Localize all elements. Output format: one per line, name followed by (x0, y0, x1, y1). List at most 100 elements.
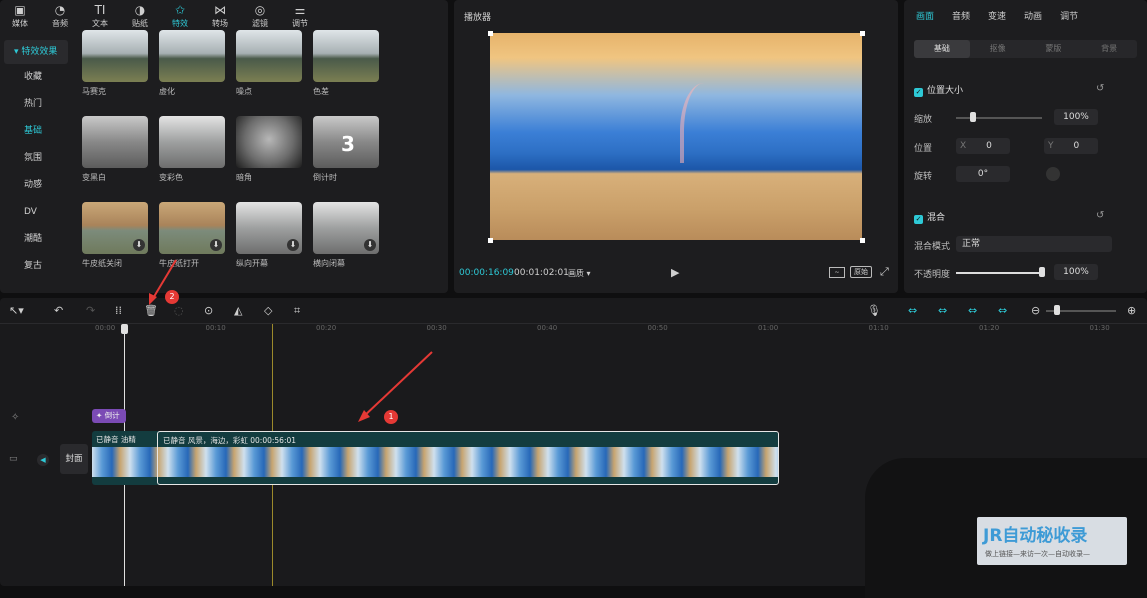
check-icon[interactable]: ✓ (914, 215, 923, 224)
opacity-label: 不透明度 (914, 270, 951, 280)
effect-card[interactable]: ⬇ 牛皮纸打开 (159, 202, 225, 269)
position-size-section[interactable]: ✓ 位置大小 (914, 83, 963, 97)
sidebar-item[interactable]: 氛围 (0, 145, 72, 172)
properties-tab[interactable]: 调节 (1060, 9, 1078, 22)
opacity-field[interactable]: 100% (1054, 264, 1098, 280)
check-icon[interactable]: ✓ (914, 88, 923, 97)
fullscreen-icon[interactable]: ⤢ (880, 265, 889, 279)
blend-mode-select[interactable]: 正常 (956, 236, 1112, 252)
tab-media[interactable]: ▣ 媒体 (0, 0, 40, 32)
tab-sticker[interactable]: ◑ 贴纸 (120, 0, 160, 32)
time-ruler[interactable]: 00:00 00:10 00:20 00:30 00:40 00:50 01:00 01:10… (0, 324, 1147, 338)
redo-icon[interactable]: ↷ (86, 304, 95, 317)
scale-knob[interactable] (970, 112, 976, 122)
properties-subtab[interactable]: 背景 (1081, 40, 1137, 58)
download-icon[interactable]: ⬇ (210, 239, 222, 251)
sidebar-item[interactable]: 基础 (0, 118, 72, 145)
tab-transition[interactable]: ⋈ 转场 (200, 0, 240, 32)
rotate-icon[interactable]: ◇ (264, 304, 272, 317)
x-field[interactable]: X0 (956, 138, 1010, 154)
sidebar-item[interactable]: 动感 (0, 172, 72, 199)
scale-slider[interactable] (956, 117, 1042, 119)
resize-handle[interactable] (860, 238, 865, 243)
download-icon[interactable]: ⬇ (287, 239, 299, 251)
zoom-knob[interactable] (1054, 305, 1060, 315)
download-icon[interactable]: ⬇ (133, 239, 145, 251)
effect-card[interactable]: 色差 (313, 30, 379, 97)
scale-field[interactable]: 100% (1054, 109, 1098, 125)
effect-card[interactable]: 暗角 (236, 116, 302, 183)
resize-handle[interactable] (860, 31, 865, 36)
cover-button[interactable]: 封面 (60, 444, 88, 474)
effect-card[interactable]: 马赛克 (82, 30, 148, 97)
sidebar-item[interactable]: 热门 (0, 91, 72, 118)
effect-card[interactable]: 噪点 (236, 30, 302, 97)
properties-tab[interactable]: 画面 (916, 9, 934, 22)
ruler-tick: 00:20 (316, 324, 337, 332)
zoom-out-icon[interactable]: ⊖ (1031, 304, 1040, 317)
effect-clip[interactable]: ✦ 倒计 (92, 409, 126, 423)
tab-effects[interactable]: ✩ 特效 (160, 0, 200, 32)
freeze-icon[interactable]: ◌ (174, 304, 184, 317)
mirror-icon[interactable]: ◭ (234, 304, 242, 317)
opacity-knob[interactable] (1039, 267, 1045, 277)
zoom-in-icon[interactable]: ⊕ (1127, 304, 1136, 317)
resize-handle[interactable] (488, 31, 493, 36)
effect-thumbnail: ⬇ (159, 202, 225, 254)
waveform-icon[interactable]: ~ (829, 267, 845, 278)
effect-thumbnail (82, 30, 148, 82)
sidebar-item[interactable]: DV (0, 199, 72, 226)
properties-tab[interactable]: 动画 (1024, 9, 1042, 22)
split-icon[interactable]: ⁞⁞ (115, 304, 122, 317)
properties-subtab[interactable]: 抠像 (970, 40, 1026, 58)
tab-label: 调节 (292, 18, 308, 28)
effect-card[interactable]: 虚化 (159, 30, 225, 97)
rotate-dial[interactable] (1046, 167, 1060, 181)
sidebar-item[interactable]: 收藏 (0, 64, 72, 91)
ratio-button[interactable]: 原始 (850, 266, 872, 278)
resize-handle[interactable] (488, 238, 493, 243)
properties-tab[interactable]: 变速 (988, 9, 1006, 22)
reverse-icon[interactable]: ⊙ (204, 304, 213, 317)
properties-subtab[interactable]: 基础 (914, 40, 970, 58)
crop-icon[interactable]: ⌗ (294, 304, 300, 318)
effect-card[interactable]: 变黑白 (82, 116, 148, 183)
sidebar-header[interactable]: ▾ 特效效果 (4, 40, 68, 64)
effect-card[interactable]: 变彩色 (159, 116, 225, 183)
reset-icon[interactable]: ↺ (1096, 83, 1104, 94)
video-preview[interactable] (490, 33, 862, 240)
quality-select[interactable]: 画质 ▾ (568, 268, 591, 279)
tab-adjust[interactable]: ⚌ 调节 (280, 0, 320, 32)
snap-icon[interactable]: ⇔ (908, 304, 917, 317)
main-track-icon[interactable]: ⇔ (998, 304, 1007, 317)
tab-text[interactable]: TI 文本 (80, 0, 120, 32)
properties-subtab[interactable]: 蒙版 (1026, 40, 1082, 58)
effect-thumbnail (236, 116, 302, 168)
effect-card[interactable]: ⬇ 牛皮纸关闭 (82, 202, 148, 269)
effect-card[interactable]: ⬇ 纵向开幕 (236, 202, 302, 269)
sidebar-item[interactable]: 潮酷 (0, 226, 72, 253)
selected-clip[interactable]: 已静音 风景，海边，彩虹 00:00:56:01 (157, 431, 779, 485)
effect-thumbnail (236, 30, 302, 82)
tab-filter[interactable]: ◎ 滤镜 (240, 0, 280, 32)
effect-card[interactable]: 3 倒计时 (313, 116, 379, 183)
reset-icon[interactable]: ↺ (1096, 210, 1104, 221)
audio-toggle-icon[interactable]: ◀ (37, 454, 49, 466)
rotate-field[interactable]: 0° (956, 166, 1010, 182)
opacity-slider[interactable] (956, 272, 1042, 274)
blend-section[interactable]: ✓ 混合 (914, 210, 945, 224)
properties-tab[interactable]: 音频 (952, 9, 970, 22)
download-icon[interactable]: ⬇ (364, 239, 376, 251)
playhead-handle[interactable] (121, 324, 128, 334)
mic-icon[interactable]: 🎙 (867, 304, 881, 317)
sidebar-item[interactable]: 复古 (0, 253, 72, 280)
preview-axis-icon[interactable]: ⇔ (968, 304, 977, 317)
undo-icon[interactable]: ↶ (54, 304, 63, 317)
select-tool-icon[interactable]: ↖▾ (9, 304, 24, 317)
effect-card[interactable]: ⬇ 横向闭幕 (313, 202, 379, 269)
play-icon[interactable]: ▶ (671, 266, 679, 279)
y-field[interactable]: Y0 (1044, 138, 1098, 154)
tab-audio[interactable]: ◔ 音频 (40, 0, 80, 32)
link-icon[interactable]: ⇔ (938, 304, 947, 317)
delete-icon[interactable]: 🗑 (144, 304, 158, 317)
